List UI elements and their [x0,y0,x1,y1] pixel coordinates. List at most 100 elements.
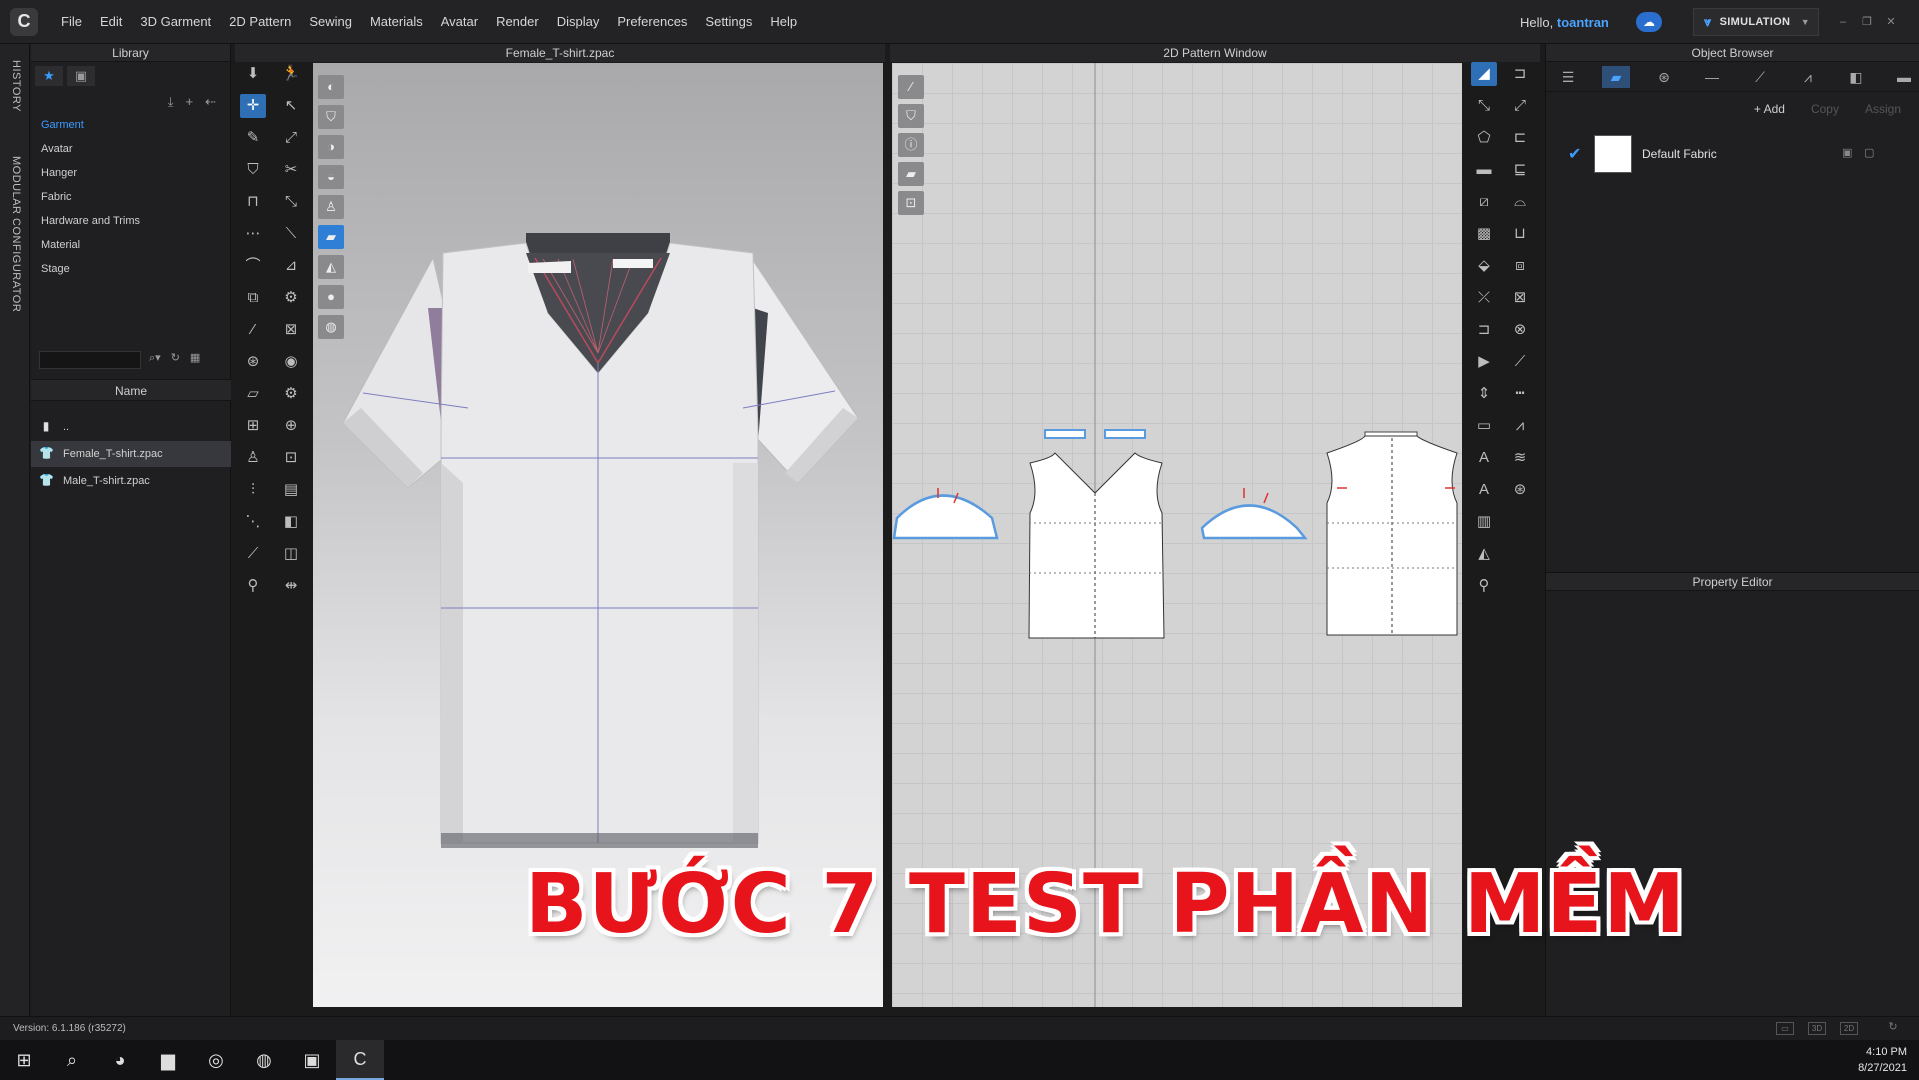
info-icon[interactable]: ⓘ [898,133,924,157]
edit-curve-icon[interactable]: ⤢ [278,126,304,150]
library-search-input[interactable] [39,351,141,369]
head-view-icon[interactable]: ● [318,285,344,309]
library-category-garment[interactable]: Garment [31,114,230,138]
button-icon[interactable]: ⊞ [240,414,266,438]
menu-sewing[interactable]: Sewing [300,14,361,29]
square-icon[interactable]: ◧ [278,510,304,534]
3d-view-icon[interactable]: 3D [1808,1022,1826,1035]
puckering-2d-icon[interactable]: ⊠ [1507,286,1533,310]
list-icon[interactable]: ☰ [1554,66,1582,88]
menu-help[interactable]: Help [761,14,806,29]
free-sewing-icon[interactable]: ⤢ [1507,94,1533,118]
arrangement-icon[interactable]: ⧉ [240,286,266,310]
refresh-view-icon[interactable]: ↻ [1884,1022,1902,1035]
dye-icon[interactable]: ◭ [1471,542,1497,566]
frame-icon[interactable]: ◫ [278,542,304,566]
add-button[interactable]: + Add [1754,102,1785,126]
measure-2d-icon[interactable]: ⇕ [1471,382,1497,406]
shirt-view-icon[interactable]: ⛉ [318,105,344,129]
shading-icon[interactable]: ◑ [318,135,344,159]
rectangle-icon[interactable]: ▬ [1471,158,1497,182]
grid-view-icon[interactable]: ▦ [190,351,200,365]
system-clock[interactable]: 4:10 PM 8/27/2021 [1858,1044,1907,1076]
copy-button[interactable]: Copy [1811,102,1839,126]
single-view-icon[interactable]: ▭ [1776,1022,1794,1035]
assign-button[interactable]: Assign [1865,102,1901,126]
library-category-hardware-and-trims[interactable]: Hardware and Trims [31,210,230,234]
menu-2d-pattern[interactable]: 2D Pattern [220,14,300,29]
fabric-copy-icon[interactable]: ▣ [1842,146,1852,159]
search-icon[interactable]: ⌕▾ [149,351,161,365]
pin-2d-icon[interactable]: ⚲ [1471,574,1497,598]
text-outline-icon[interactable]: A [1471,478,1497,502]
pencil-icon[interactable]: ✎ [240,126,266,150]
tab-history[interactable]: HISTORY [10,60,22,112]
library-category-stage[interactable]: Stage [31,258,230,282]
obs-icon[interactable]: ◎ [192,1040,240,1080]
cloud-icon[interactable]: ☁ [1636,12,1662,32]
maximize-icon[interactable]: ❐ [1860,16,1874,28]
menu-preferences[interactable]: Preferences [608,14,696,29]
fold-arrange-icon[interactable]: ⤡ [278,190,304,214]
menu-settings[interactable]: Settings [696,14,761,29]
username[interactable]: toantran [1557,15,1609,30]
ruler-2d-icon[interactable]: ▭ [1471,414,1497,438]
library-folder-icon[interactable]: ▣ [67,66,95,86]
graphic-tab-icon[interactable]: ◧ [1842,66,1870,88]
measure-icon[interactable]: ⋯ [240,222,266,246]
search-icon[interactable]: ⌕ [48,1040,96,1080]
download-icon[interactable]: ⤓ [168,94,174,114]
ruler-icon[interactable]: ⟋ [240,542,266,566]
pin-icon[interactable]: ⊓ [240,190,266,214]
zigzag-icon[interactable]: ⩘ [1507,414,1533,438]
add-icon[interactable]: + [186,94,194,114]
run-icon[interactable]: 🏃 [278,62,304,86]
button-tab-icon[interactable]: ⊛ [1650,66,1678,88]
ruler-tab-icon[interactable]: ▬ [1890,66,1918,88]
avatar-tool-icon[interactable]: ♙ [240,446,266,470]
close-icon[interactable]: ✕ [1884,16,1898,28]
shirt-2d-icon[interactable]: ⛉ [898,104,924,128]
name-column-header[interactable]: Name [31,379,231,401]
list-item[interactable]: ▮ .. [31,414,231,440]
back-icon[interactable]: ⇠ [205,94,216,114]
point-icon[interactable]: ◉ [278,350,304,374]
pattern-view-icon[interactable]: ◒ [318,165,344,189]
fabric-tab-icon[interactable]: ▰ [1602,65,1630,88]
sew-group-icon[interactable]: ⧈ [1507,254,1533,278]
transform-2d-icon[interactable]: ◢ [1471,62,1497,86]
select-mesh-icon[interactable]: ⬇ [240,62,266,86]
transform-pattern-icon[interactable]: ✛ [240,94,266,118]
windows-start-icon[interactable]: ⊞ [0,1040,48,1080]
menu-avatar[interactable]: Avatar [432,14,487,29]
line-tab-icon[interactable]: — [1698,66,1726,88]
refresh-icon[interactable]: ↻ [171,351,180,365]
tuck-icon[interactable]: ⊑ [1507,158,1533,182]
fabric-view-icon[interactable]: ◐ [318,75,344,99]
graphic-icon[interactable]: ⊛ [1507,478,1533,502]
zigzag-tab-icon[interactable]: ⩘ [1794,66,1822,88]
tab-modular-configurator[interactable]: MODULAR CONFIGURATOR [10,156,22,312]
cursor-icon[interactable]: ↖ [278,94,304,118]
knot-icon[interactable]: ⊗ [1507,318,1533,342]
segment-sewing-icon[interactable]: ⊐ [1507,62,1533,86]
barcode-icon[interactable]: ▥ [1471,510,1497,534]
clo-app-icon[interactable]: C [336,1040,384,1080]
grid-2d-icon[interactable]: ▩ [1471,222,1497,246]
topstitch-tab-icon[interactable]: ⟋ [1746,66,1774,88]
lock-icon[interactable]: ⊕ [278,414,304,438]
list-item[interactable]: 👕 Female_T-shirt.zpac [31,441,231,467]
simulation-mode-dropdown[interactable]: ⩔ SIMULATION ▼ [1693,8,1819,36]
app-logo-icon[interactable]: C [10,7,38,36]
fold-icon[interactable]: ⌒ [240,254,266,278]
globe-icon[interactable]: ◍ [318,315,344,339]
paint-app-icon[interactable]: ◕ [96,1040,144,1080]
dashed-line-icon[interactable]: ┅ [1507,382,1533,406]
photos-icon[interactable]: ▣ [288,1040,336,1080]
wave-icon[interactable]: ≋ [1507,446,1533,470]
gear-icon[interactable]: ⚙ [278,382,304,406]
edit-point-icon[interactable]: ⤡ [1471,94,1497,118]
texture-view-icon[interactable]: ▰ [318,225,344,249]
favorites-star-icon[interactable]: ★ [35,66,63,86]
line-icon[interactable]: ⟍ [278,222,304,246]
